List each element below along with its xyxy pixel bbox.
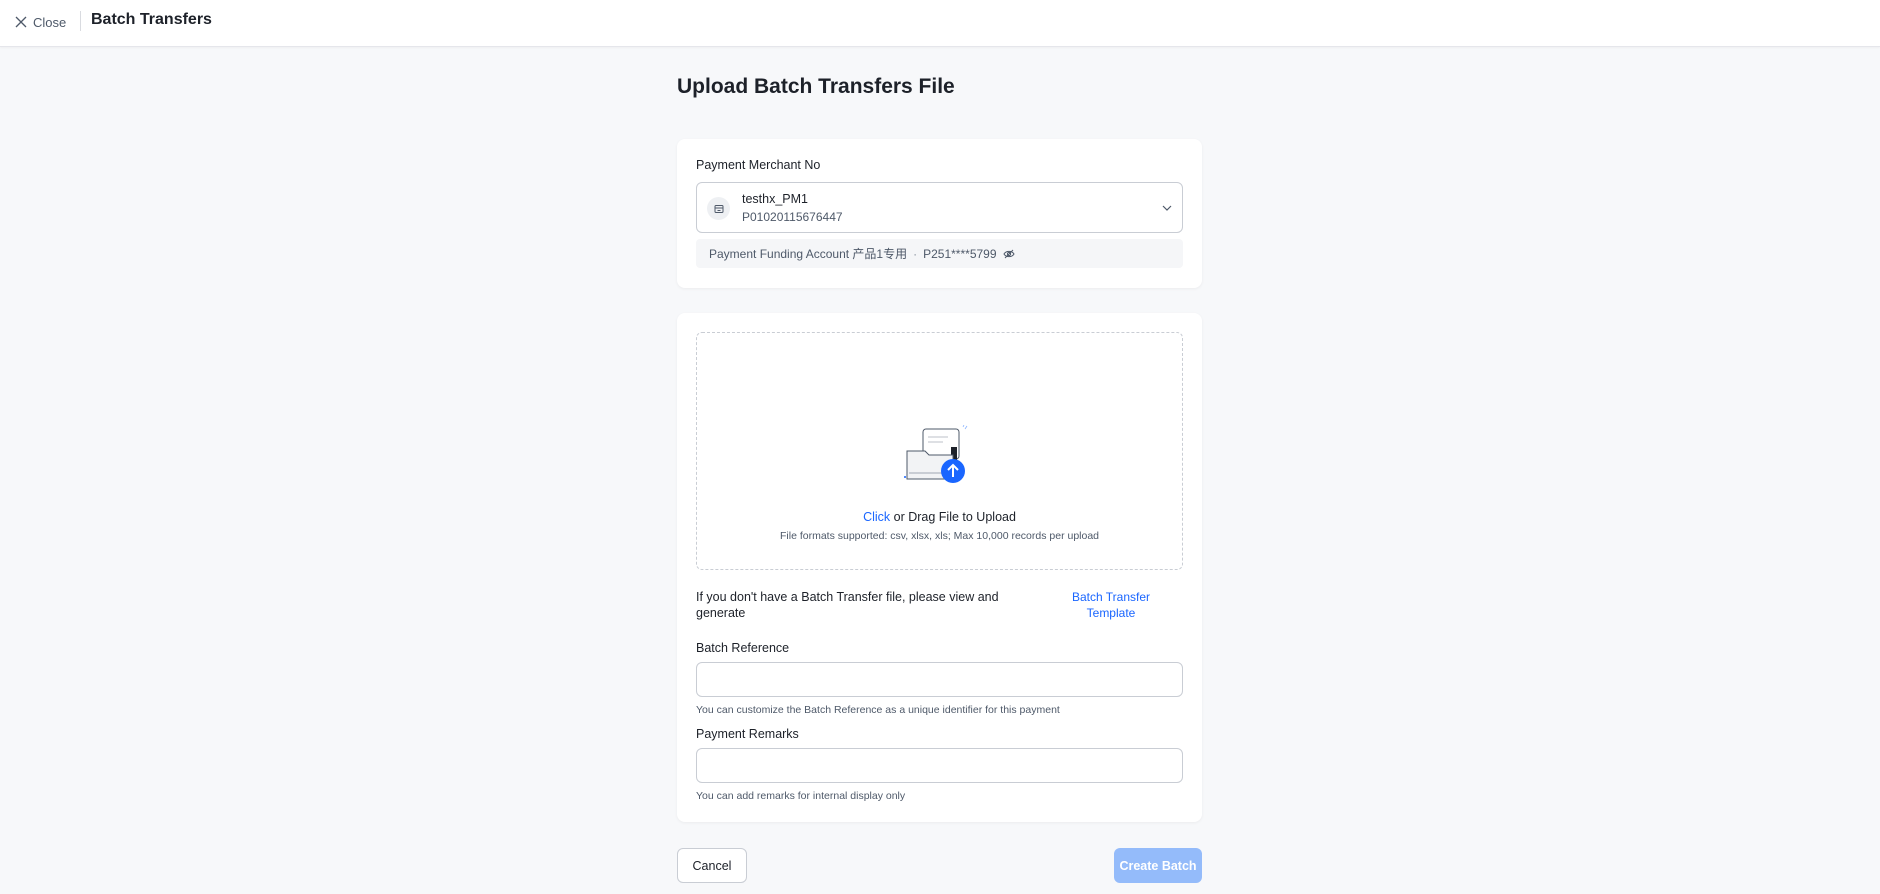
close-icon: [15, 16, 27, 28]
merchant-name: testhx_PM1: [742, 192, 809, 206]
batch-reference-help: You can customize the Batch Reference as…: [696, 704, 1060, 716]
template-prompt: If you don't have a Batch Transfer file,…: [696, 590, 999, 620]
upload-drag-text: or Drag File to Upload: [893, 510, 1016, 524]
template-link[interactable]: Batch Transfer Template: [1061, 589, 1161, 621]
funding-account-label: Payment Funding Account 产品1专用: [709, 247, 908, 261]
create-batch-button[interactable]: Create Batch: [1114, 848, 1202, 883]
eye-off-icon[interactable]: [1002, 248, 1015, 260]
payment-remarks-label: Payment Remarks: [696, 727, 799, 741]
top-bar: Close Batch Transfers: [0, 0, 1880, 47]
merchant-card: Payment Merchant No testhx_PM1 P01020115…: [677, 139, 1202, 288]
payment-remarks-input[interactable]: [696, 748, 1183, 783]
merchant-number: P01020115676447: [742, 210, 843, 224]
chevron-down-icon: [1162, 205, 1172, 211]
merchant-label: Payment Merchant No: [696, 158, 821, 172]
upload-click-link[interactable]: Click: [863, 510, 890, 524]
funding-account-number: P251****5799: [923, 246, 997, 261]
funding-separator: ·: [913, 246, 918, 261]
batch-reference-input[interactable]: [696, 662, 1183, 697]
cancel-button[interactable]: Cancel: [677, 848, 747, 883]
merchant-icon: [707, 197, 730, 220]
upload-instruction: Click or Drag File to Upload: [697, 510, 1182, 524]
header-divider: [80, 11, 81, 31]
funding-account-bar: Payment Funding Account 产品1专用 · P251****…: [696, 239, 1183, 268]
upload-card: Click or Drag File to Upload File format…: [677, 313, 1202, 822]
batch-reference-label: Batch Reference: [696, 641, 790, 655]
merchant-select[interactable]: testhx_PM1 P01020115676447: [696, 182, 1183, 233]
close-label: Close: [33, 14, 67, 30]
upload-formats-hint: File formats supported: csv, xlsx, xls; …: [779, 530, 1100, 542]
upload-dropzone[interactable]: Click or Drag File to Upload File format…: [696, 332, 1183, 570]
close-button[interactable]: Close: [15, 12, 66, 32]
payment-remarks-help: You can add remarks for internal display…: [696, 790, 906, 802]
header-title: Batch Transfers: [91, 11, 212, 28]
folder-upload-icon: [904, 425, 968, 483]
page-title: Upload Batch Transfers File: [677, 75, 955, 98]
